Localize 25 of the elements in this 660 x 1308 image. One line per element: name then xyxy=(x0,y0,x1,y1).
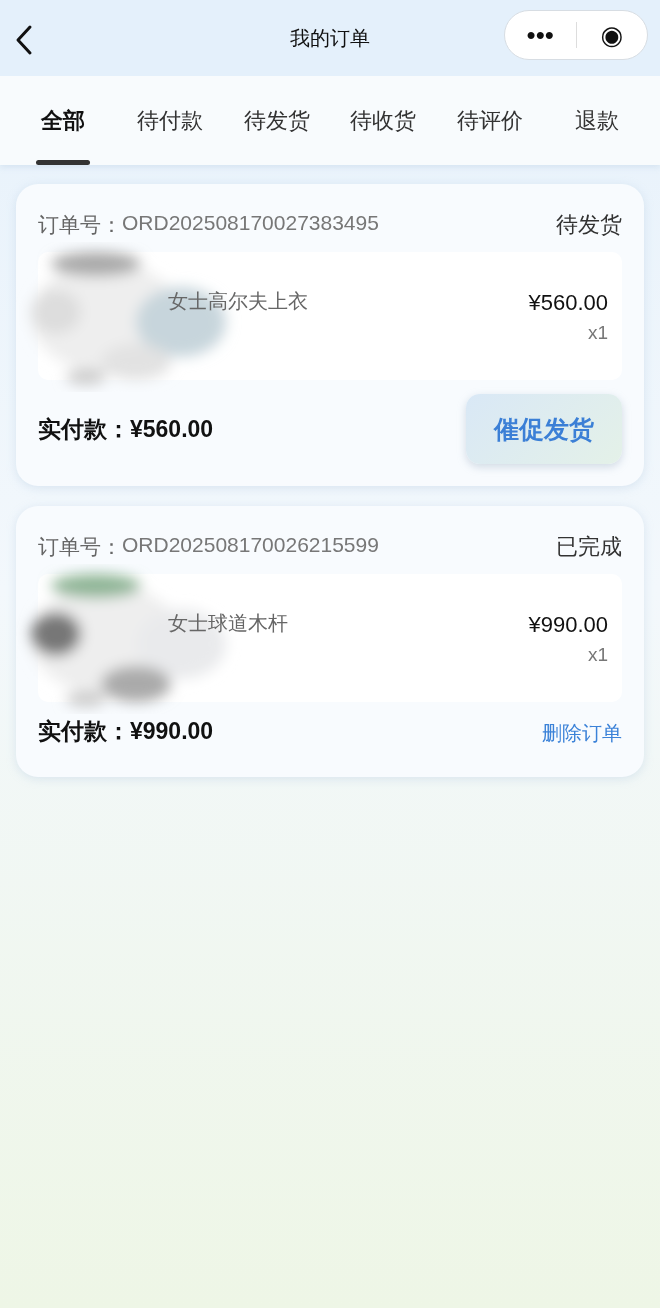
order-number-label: 订单号： xyxy=(38,212,122,238)
product-quantity: x1 xyxy=(587,322,608,344)
tab[interactable]: 全部 xyxy=(10,76,117,165)
tab[interactable]: 待付款 xyxy=(116,76,224,165)
product-name: 女士球道木杆 xyxy=(168,611,289,636)
order-number-label: 订单号： xyxy=(38,534,122,560)
total-paid: 实付款：¥560.00 xyxy=(38,414,214,444)
tab[interactable]: 退款 xyxy=(543,76,651,165)
order-status: 待发货 xyxy=(556,211,622,239)
total-paid: 实付款：¥990.00 xyxy=(38,717,214,746)
product-quantity: x1 xyxy=(587,644,608,666)
product-price: ¥560.00 xyxy=(528,290,608,316)
product-price: ¥990.00 xyxy=(528,612,608,638)
order-status: 已完成 xyxy=(556,533,622,561)
order-number: ORD202508170027383495 xyxy=(122,211,379,236)
delete-order-link[interactable]: 删除订单 xyxy=(542,720,622,747)
back-icon[interactable] xyxy=(14,24,34,56)
tab[interactable]: 待收货 xyxy=(330,76,437,165)
tab[interactable]: 待发货 xyxy=(223,76,330,165)
more-button[interactable]: ••• xyxy=(505,22,576,48)
product-name: 女士高尔夫上衣 xyxy=(168,289,309,314)
close-button[interactable]: ◉ xyxy=(576,22,647,48)
tab[interactable]: 待评价 xyxy=(436,76,544,165)
page-title: 我的订单 xyxy=(290,25,370,51)
order-number: ORD202508170026215599 xyxy=(122,533,379,558)
